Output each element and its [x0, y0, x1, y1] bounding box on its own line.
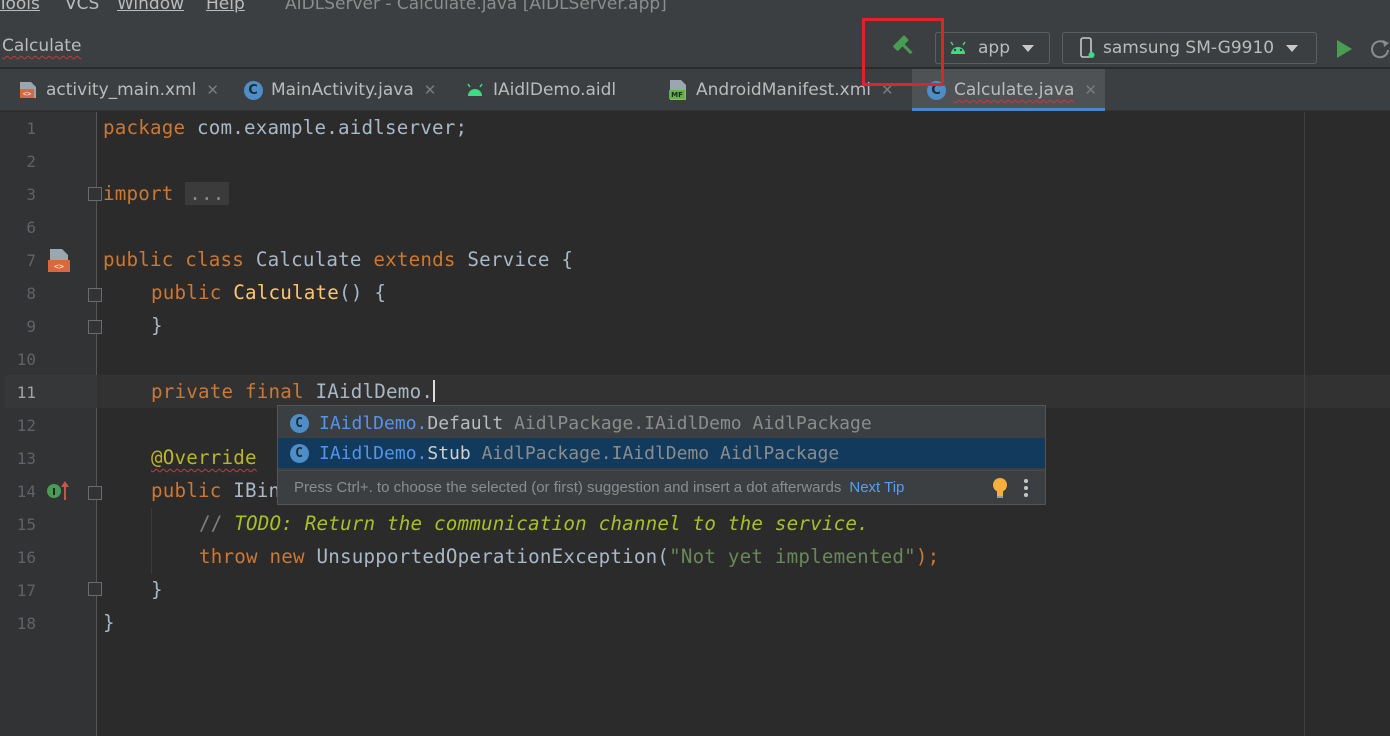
fold-expand-icon[interactable]	[88, 187, 102, 201]
menu-tools[interactable]: Tools	[0, 0, 40, 14]
right-margin-guide	[1304, 112, 1305, 736]
completion-hint: Press Ctrl+. to choose the selected (or …	[278, 470, 1045, 504]
line-number: 6	[26, 218, 36, 237]
code-line-18[interactable]: }	[103, 611, 115, 634]
chevron-down-icon	[1286, 44, 1299, 52]
code-line-14[interactable]: public IBin	[151, 479, 280, 502]
navigation-toolbar: Calculate app samsung SM-G9910	[0, 20, 1390, 68]
apply-changes-icon[interactable]	[1370, 38, 1390, 60]
tab-android-manifest[interactable]: MF AndroidManifest.xml ✕	[668, 69, 894, 111]
line-number: 10	[16, 350, 36, 369]
next-tip-link[interactable]: Next Tip	[849, 479, 904, 496]
completion-item-default[interactable]: C IAidlDemo. Default AidlPackage.IAidlDem…	[278, 408, 1045, 438]
android-icon	[465, 80, 485, 100]
manifest-icon: MF	[668, 80, 688, 100]
code-line-11[interactable]: private final IAidlDemo.	[151, 380, 436, 403]
line-number: 9	[26, 317, 36, 336]
class-icon: C	[243, 80, 263, 100]
code-line-7[interactable]: public class Calculate extends Service {	[103, 248, 573, 271]
code-line-16[interactable]: throw new UnsupportedOperationException(…	[199, 545, 939, 568]
text-caret	[433, 380, 436, 402]
menu-bar: Tools VCS Window Help AIDLServer - Calcu…	[0, 0, 1390, 20]
overrides-method-gutter-icon[interactable]: I	[46, 480, 72, 502]
run-configuration-select[interactable]: app	[935, 32, 1050, 64]
make-project-button[interactable]	[882, 28, 926, 62]
code-line-17[interactable]: }	[151, 578, 163, 601]
svg-text:<>: <>	[23, 90, 31, 98]
class-icon: C	[926, 80, 946, 100]
phone-icon	[1080, 37, 1095, 58]
breadcrumb[interactable]: Calculate	[2, 36, 81, 56]
menu-vcs[interactable]: VCS	[65, 0, 99, 14]
menu-window[interactable]: Window	[117, 0, 184, 14]
fold-collapse-icon[interactable]	[88, 582, 102, 596]
more-options-icon[interactable]	[1023, 478, 1029, 498]
code-line-13[interactable]: @Override	[151, 446, 257, 469]
device-label: samsung SM-G9910	[1103, 38, 1275, 58]
editor-tabs: <> activity_main.xml ✕ C MainActivity.ja…	[0, 69, 1390, 111]
close-icon[interactable]: ✕	[206, 81, 219, 99]
fold-collapse-icon[interactable]	[88, 288, 102, 302]
hammer-icon	[893, 35, 913, 55]
line-number: 15	[16, 515, 36, 534]
xml-layout-icon: <>	[18, 80, 38, 100]
chevron-down-icon	[1022, 44, 1034, 52]
layout-file-gutter-icon[interactable]: <>	[47, 248, 73, 274]
line-number: 8	[26, 284, 36, 303]
line-number: 3	[26, 185, 36, 204]
code-line-3[interactable]: import ...	[103, 182, 229, 205]
line-number: 17	[16, 581, 36, 600]
svg-text:<>: <>	[54, 262, 64, 271]
lightbulb-icon[interactable]	[991, 477, 1009, 499]
tab-main-activity-java[interactable]: C MainActivity.java ✕	[243, 69, 436, 111]
tab-activity-main-xml[interactable]: <> activity_main.xml ✕	[18, 69, 219, 111]
line-number: 2	[26, 152, 36, 171]
line-number: 13	[16, 449, 36, 468]
line-number: 14	[16, 482, 36, 501]
run-config-label: app	[978, 38, 1010, 58]
line-number: 18	[16, 614, 36, 633]
fold-collapse-icon[interactable]	[88, 486, 102, 500]
completion-item-stub[interactable]: C IAidlDemo. Stub AidlPackage.IAidlDemo A…	[278, 438, 1045, 468]
android-icon	[950, 41, 966, 54]
code-line-8[interactable]: public Calculate() {	[151, 281, 386, 304]
line-number: 12	[16, 416, 36, 435]
code-line-9[interactable]: }	[151, 314, 163, 337]
class-icon: C	[287, 441, 311, 465]
tab-calculate-java[interactable]: C Calculate.java ✕	[912, 69, 1105, 111]
tab-iaidldemo-aidl[interactable]: IAidlDemo.aidl	[465, 69, 616, 111]
completion-hint-text: Press Ctrl+. to choose the selected (or …	[294, 479, 842, 496]
line-number: 7	[26, 251, 36, 270]
window-title: AIDLServer - Calculate.java [AIDLServer.…	[285, 0, 667, 14]
device-select[interactable]: samsung SM-G9910	[1062, 32, 1317, 64]
code-line-15[interactable]: // TODO: Return the communication channe…	[199, 512, 869, 535]
class-icon: C	[287, 411, 311, 435]
close-icon[interactable]: ✕	[1084, 81, 1097, 99]
close-icon[interactable]: ✕	[424, 81, 437, 99]
line-number-current: 11	[16, 383, 36, 402]
svg-text:I: I	[52, 487, 56, 498]
run-triangle-icon[interactable]	[1334, 38, 1354, 60]
folded-imports[interactable]: ...	[185, 182, 229, 205]
line-number: 1	[26, 119, 36, 138]
close-icon[interactable]: ✕	[881, 81, 894, 99]
code-line-1[interactable]: package com.example.aidlserver;	[103, 116, 467, 139]
menu-help[interactable]: Help	[206, 0, 245, 14]
line-number: 16	[16, 548, 36, 567]
svg-text:MF: MF	[671, 91, 683, 99]
indent-guide	[151, 508, 152, 574]
fold-collapse-icon[interactable]	[88, 320, 102, 334]
code-completion-popup: C IAidlDemo. Default AidlPackage.IAidlDem…	[277, 405, 1046, 505]
